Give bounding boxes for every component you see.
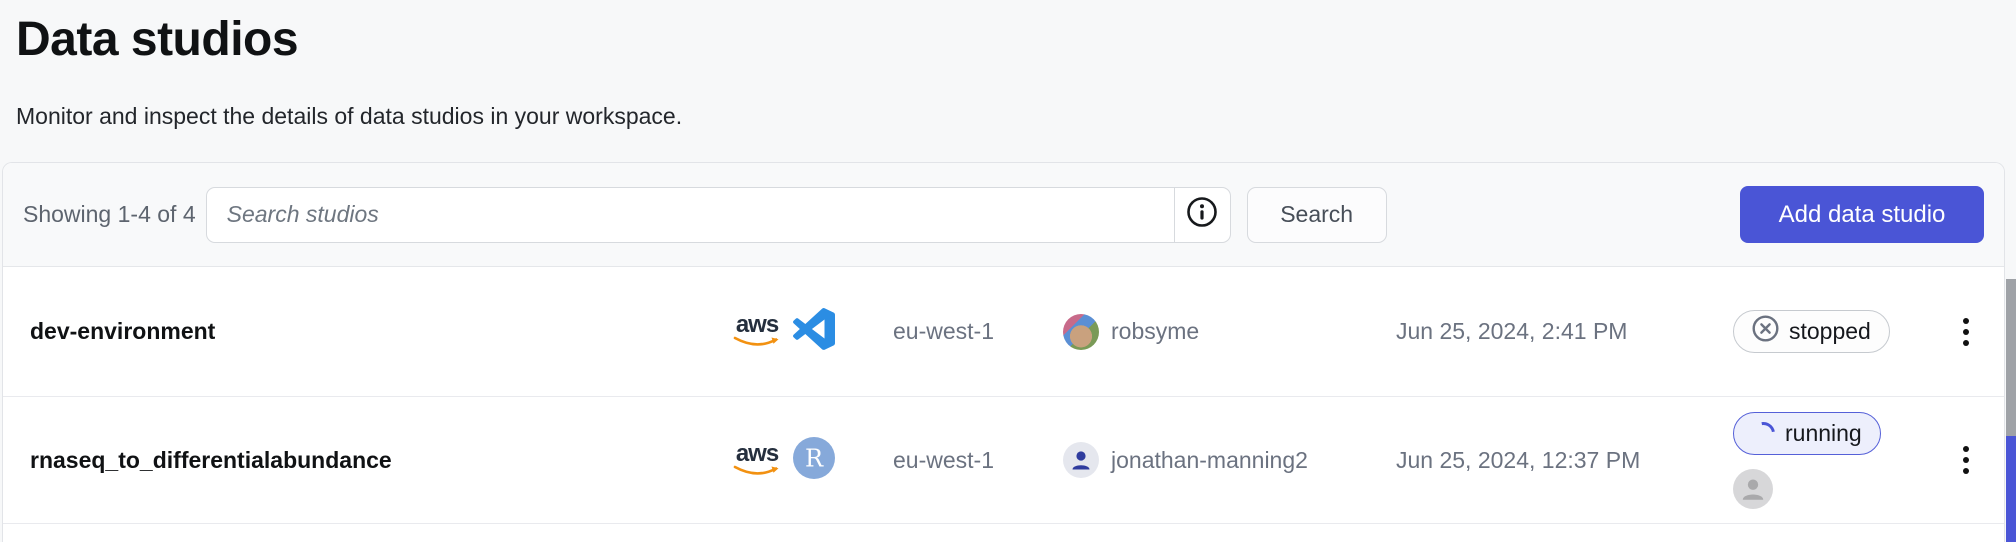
table-row[interactable]: rnaseq_to_differentialabundance aws R eu… [3, 397, 2004, 524]
scrollbar-thumb-accent[interactable] [2006, 436, 2016, 542]
studio-icons-cell: aws [733, 308, 893, 355]
status-cell: stopped [1733, 310, 1951, 353]
showing-count: Showing 1-4 of 4 [23, 201, 196, 228]
person-icon [1739, 475, 1767, 503]
region-label: eu-west-1 [893, 447, 1063, 474]
status-label: running [1785, 420, 1862, 447]
table-row[interactable]: dev-environment aws eu-west-1 robsyme Ju… [3, 267, 2004, 397]
created-date-label: Jun 25, 2024, 12:37 PM [1396, 447, 1733, 474]
created-date-label: Jun 25, 2024, 2:41 PM [1396, 318, 1733, 345]
status-badge: running [1733, 412, 1881, 455]
info-icon [1186, 196, 1218, 233]
search-input[interactable] [207, 188, 1174, 242]
row-menu-kebab-icon[interactable] [1951, 446, 1981, 474]
page-subtitle: Monitor and inspect the details of data … [16, 102, 2016, 130]
scrollbar-thumb[interactable] [2006, 279, 2016, 436]
region-label: eu-west-1 [893, 318, 1063, 345]
stopped-icon [1752, 315, 1779, 348]
studio-name[interactable]: dev-environment [30, 318, 733, 345]
person-icon [1068, 447, 1094, 473]
aws-icon: aws [733, 314, 781, 349]
row-menu-kebab-icon[interactable] [1951, 318, 1981, 346]
search-group [206, 187, 1231, 243]
session-user-avatar [1733, 469, 1773, 509]
vscode-icon [793, 308, 835, 355]
page-header: Data studios Monitor and inspect the det… [0, 12, 2016, 130]
user-cell: jonathan-manning2 [1063, 442, 1396, 478]
aws-icon: aws [733, 443, 781, 478]
add-data-studio-button[interactable]: Add data studio [1740, 186, 1984, 243]
username-label: robsyme [1111, 318, 1199, 345]
user-cell: robsyme [1063, 314, 1396, 350]
avatar [1063, 314, 1099, 350]
status-label: stopped [1789, 318, 1871, 345]
studios-card: Showing 1-4 of 4 Search Add data studio … [2, 162, 2005, 542]
search-info-append[interactable] [1174, 188, 1230, 242]
spinner-icon [1747, 417, 1779, 449]
table-row-partial [3, 524, 2004, 542]
studio-name[interactable]: rnaseq_to_differentialabundance [30, 447, 733, 474]
studios-toolbar: Showing 1-4 of 4 Search Add data studio [3, 163, 2004, 267]
studio-icons-cell: aws R [733, 437, 893, 484]
status-badge: stopped [1733, 310, 1890, 353]
rstudio-icon: R [793, 437, 835, 484]
username-label: jonathan-manning2 [1111, 447, 1308, 474]
svg-text:R: R [805, 444, 824, 472]
page-title: Data studios [16, 12, 2016, 68]
avatar [1063, 442, 1099, 478]
search-button[interactable]: Search [1247, 187, 1387, 243]
status-cell: running [1733, 412, 1951, 509]
